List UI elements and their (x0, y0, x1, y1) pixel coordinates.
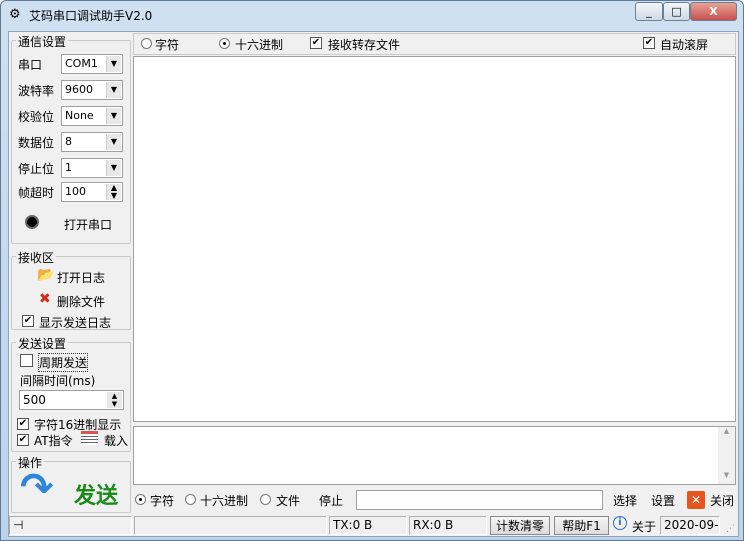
file-path-input[interactable] (356, 490, 603, 510)
chevron-down-icon[interactable]: ▼ (106, 56, 121, 72)
comm-settings-label: 通信设置 (16, 33, 69, 50)
close-port-button[interactable]: 关闭 (710, 492, 734, 509)
spinner-arrows-icon[interactable]: ▲ ▼ (106, 184, 121, 200)
resize-grip[interactable]: ⋰ (726, 524, 735, 534)
info-icon: i (613, 516, 627, 530)
periodic-send-checkbox[interactable] (20, 354, 33, 367)
combo-value: None (65, 109, 94, 122)
help-button[interactable]: 帮助F1 (554, 516, 609, 535)
recv-char-label: 字符 (155, 38, 180, 52)
save-file-label: 接收转存文件 (328, 38, 401, 52)
hex-display-checkbox[interactable]: ✔ (17, 418, 29, 430)
app-icon: ⚙ (9, 7, 21, 22)
close-button[interactable]: X (690, 2, 737, 21)
chevron-down-icon[interactable]: ▼ (106, 82, 121, 98)
hex-display-label: 字符16进制显示 (34, 418, 122, 432)
comm-label: 波特率 (18, 84, 55, 98)
combo-value: COM1 (65, 57, 98, 70)
combo-value: 100 (65, 185, 86, 198)
interval-value: 500 (23, 393, 46, 407)
open-port-button[interactable]: 打开串口 (64, 216, 112, 233)
about-button[interactable]: 关于 (632, 518, 656, 535)
delete-file-button[interactable]: 删除文件 (57, 293, 105, 310)
comm-combo[interactable]: 8 ▼ (61, 132, 123, 152)
combo-value: 9600 (65, 83, 93, 96)
date-display: 2020-09-: (660, 516, 720, 535)
frame-timeout-spinner[interactable]: 100 ▲ ▼ (61, 182, 123, 202)
send-textarea[interactable]: ▲ ▼ (133, 426, 736, 485)
recv-hex-radio[interactable] (219, 38, 230, 49)
save-file-checkbox[interactable]: ✔ (310, 37, 322, 49)
combo-value: 8 (65, 135, 72, 148)
pin-icon[interactable]: ⊣ (9, 516, 132, 535)
window-title: 艾码串口调试助手V2.0 (29, 9, 153, 23)
open-log-button[interactable]: 打开日志 (57, 269, 105, 286)
send-char-radio[interactable] (135, 494, 146, 505)
send-file-radio[interactable] (260, 494, 271, 505)
maximize-button[interactable]: □ (663, 2, 690, 21)
combo-value: 1 (65, 161, 72, 174)
comm-combo[interactable]: 9600 ▼ (61, 80, 123, 100)
send-hex-radio[interactable] (185, 494, 196, 505)
comm-label: 数据位 (18, 136, 55, 150)
periodic-send-label: 周期发送 (38, 353, 89, 372)
status-message (134, 516, 327, 535)
delete-icon: ✖ (39, 291, 51, 307)
recv-char-radio[interactable] (141, 38, 152, 49)
recv-hex-label: 十六进制 (235, 38, 284, 52)
receive-group-label: 接收区 (16, 249, 57, 266)
at-command-checkbox[interactable]: ✔ (17, 434, 29, 446)
close-icon: ✕ (687, 491, 705, 509)
send-button[interactable]: 发送 (74, 478, 118, 510)
comm-label: 帧超时 (18, 186, 55, 200)
comm-label: 串口 (18, 58, 43, 72)
load-button[interactable]: 载入 (104, 432, 128, 449)
chevron-down-icon[interactable]: ▼ (106, 134, 121, 150)
tx-count: TX:0 B (329, 516, 407, 535)
folder-icon: 📂 (37, 267, 55, 283)
chevron-down-icon[interactable]: ▼ (106, 108, 121, 124)
minimize-button[interactable]: _ (635, 2, 663, 21)
show-send-log-checkbox[interactable]: ✔ (22, 315, 34, 327)
show-send-log-label: 显示发送日志 (39, 316, 112, 330)
send-scrollbar[interactable]: ▲ ▼ (718, 427, 735, 484)
load-icon (81, 431, 98, 445)
auto-scroll-label: 自动滚屏 (660, 38, 709, 52)
receive-textarea[interactable] (133, 56, 736, 422)
interval-input[interactable]: 500 ▲ ▼ (19, 390, 124, 410)
comm-combo[interactable]: None ▼ (61, 106, 123, 126)
comm-label: 停止位 (18, 162, 55, 176)
send-arrow-icon: ↷ (20, 465, 54, 511)
comm-label: 校验位 (18, 110, 55, 124)
interval-label: 间隔时间(ms) (20, 374, 96, 388)
clear-count-button[interactable]: 计数清零 (490, 516, 550, 535)
send-file-label: 文件 (276, 494, 301, 508)
comm-combo[interactable]: COM1 ▼ (61, 54, 123, 74)
send-char-label: 字符 (150, 494, 175, 508)
stop-button[interactable]: 停止 (319, 492, 343, 509)
select-button[interactable]: 选择 (613, 492, 637, 509)
chevron-down-icon[interactable]: ▼ (106, 160, 121, 176)
port-status-indicator (25, 215, 39, 229)
at-command-label: AT指令 (34, 434, 73, 448)
comm-combo[interactable]: 1 ▼ (61, 158, 123, 178)
interval-spinner[interactable]: ▲ ▼ (107, 392, 122, 408)
send-settings-label: 发送设置 (16, 335, 69, 352)
auto-scroll-checkbox[interactable]: ✔ (643, 37, 655, 49)
settings-button[interactable]: 设置 (651, 492, 675, 509)
send-hex-label: 十六进制 (200, 494, 249, 508)
rx-count: RX:0 B (409, 516, 487, 535)
